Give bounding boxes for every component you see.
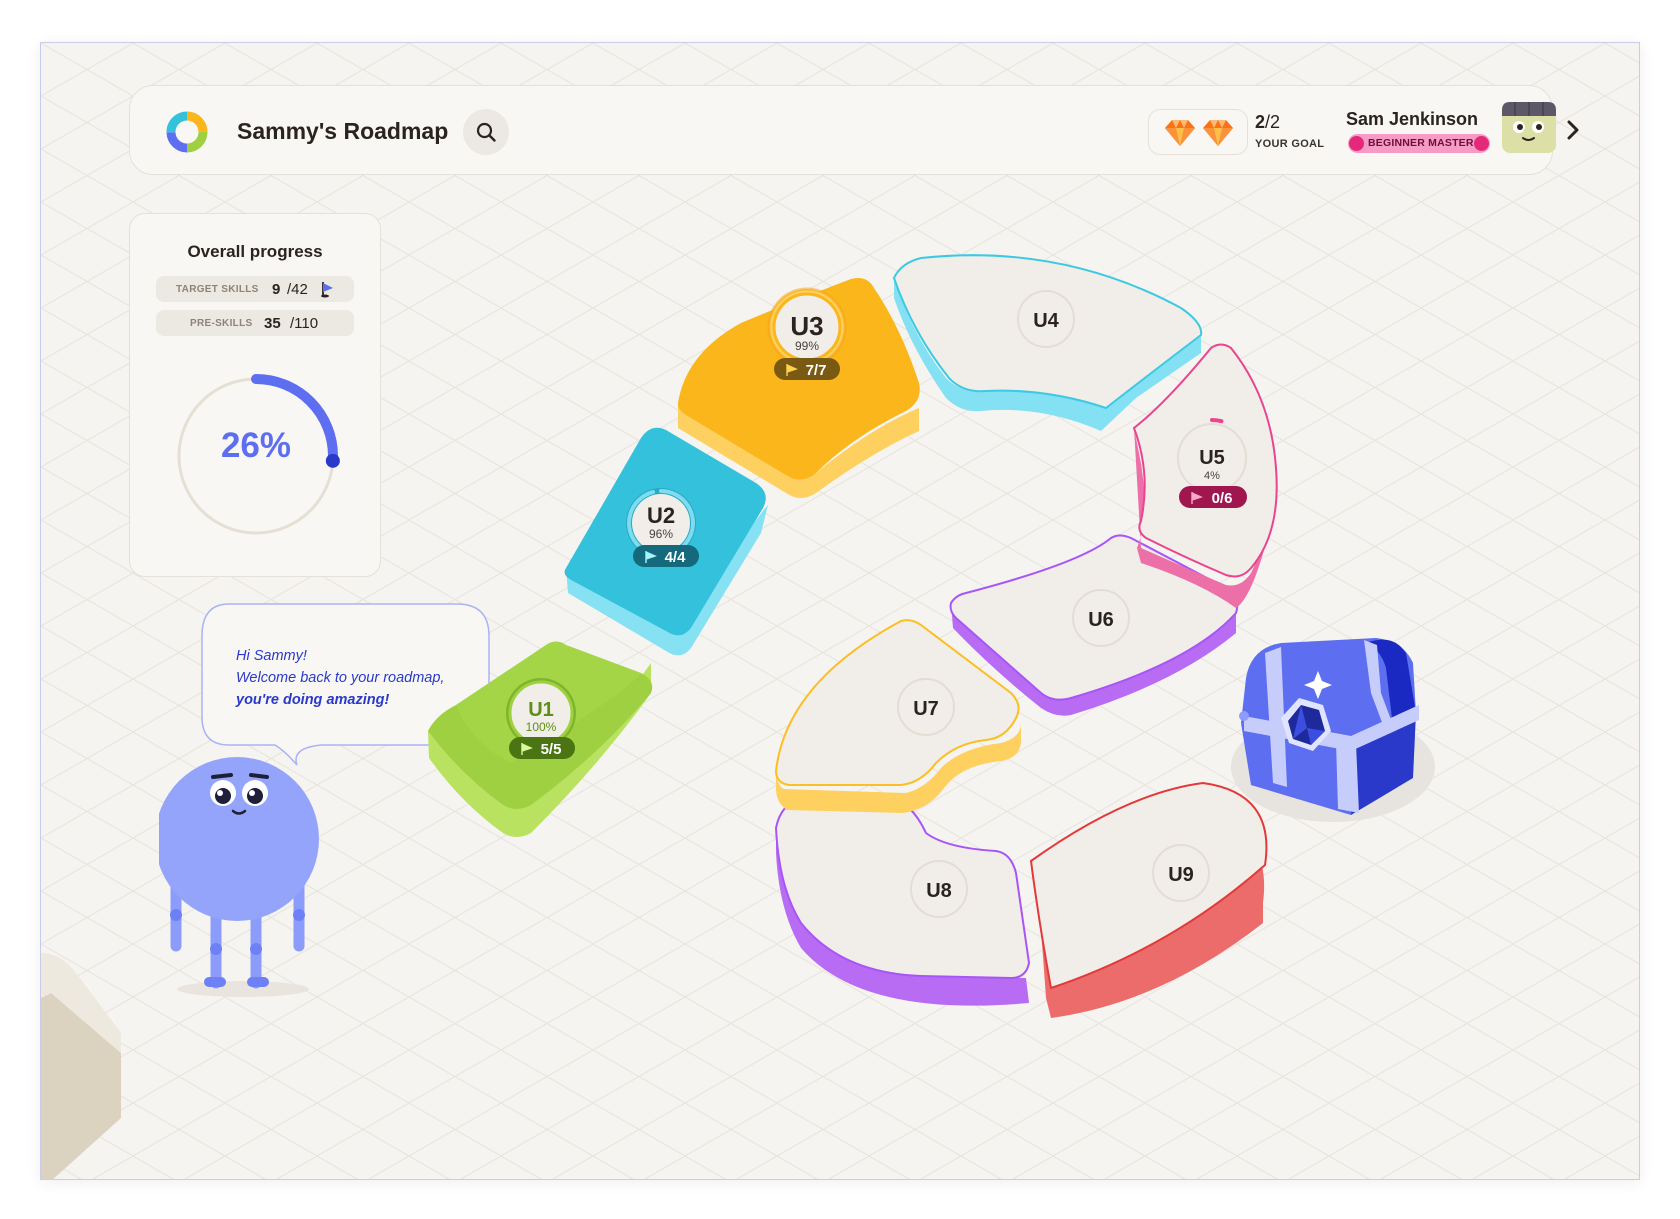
roadmap-frame: Sammy's Roadmap 2/2 YOUR GOAL Sam Jenkin… [40, 42, 1640, 1180]
unit-label-u1: U1 [528, 699, 554, 721]
unit-u1[interactable]: U1 100% 5/5 [428, 641, 653, 838]
unit-percent-u3: 99% [795, 339, 819, 353]
unit-label-u6: U6 [1088, 609, 1114, 631]
unit-label-u8: U8 [926, 880, 952, 902]
unit-percent-u1: 100% [526, 720, 557, 734]
treasure-chest-icon[interactable] [1231, 638, 1435, 822]
unit-label-u7: U7 [913, 698, 939, 720]
unit-u4[interactable]: U4 [892, 254, 1203, 431]
unit-label-u5: U5 [1199, 447, 1225, 469]
unit-skills-u1: 5/5 [541, 741, 562, 758]
unit-skills-u5: 0/6 [1212, 490, 1233, 507]
unit-u8[interactable]: U8 [774, 796, 1031, 1006]
unit-label-u9: U9 [1168, 864, 1194, 886]
unit-label-u2: U2 [647, 503, 675, 528]
unit-skills-u3: 7/7 [806, 362, 827, 379]
unit-percent-u2: 96% [649, 527, 673, 541]
unit-skills-u2: 4/4 [665, 549, 687, 566]
unit-u9[interactable]: U9 [1029, 781, 1268, 1018]
unit-u5-progress-arc [1210, 418, 1224, 424]
unit-label-u3: U3 [790, 311, 823, 341]
roadmap-board: U9 U8 U7 U6 U5 4% 0/6 U4 U3 99% 7/7 U2 9… [428, 254, 1435, 1018]
unit-label-u4: U4 [1033, 310, 1059, 332]
unit-percent-u5: 4% [1204, 470, 1220, 482]
